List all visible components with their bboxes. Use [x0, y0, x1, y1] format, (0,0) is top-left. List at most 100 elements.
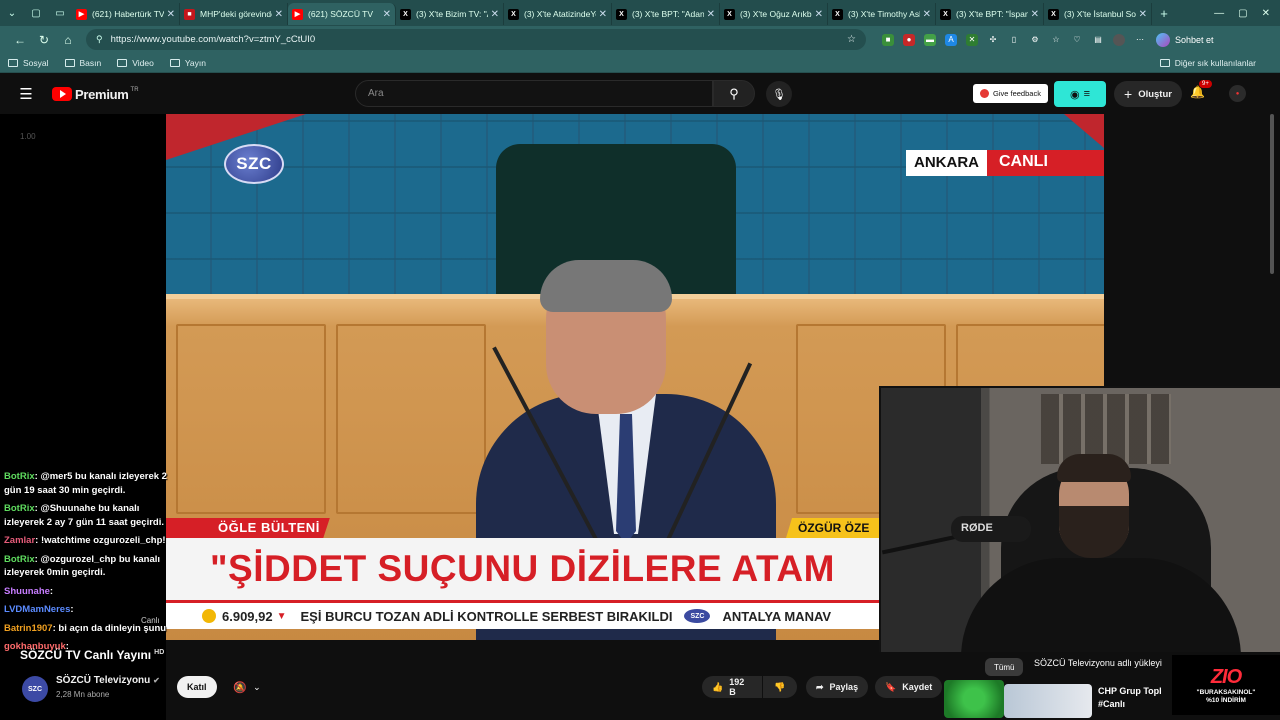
- close-tab-icon[interactable]: ✕: [1139, 9, 1147, 20]
- x-favicon-icon: X: [940, 8, 951, 20]
- heart-icon[interactable]: ♡: [1071, 34, 1083, 46]
- close-tab-icon[interactable]: ✕: [383, 9, 391, 20]
- browser-tab[interactable]: X (3) X'te BPT: "Adana ✕: [612, 3, 720, 25]
- chat-message: LVDMamNeres:: [4, 603, 174, 617]
- bookmark-folder[interactable]: Sosyal: [8, 58, 49, 68]
- search-input[interactable]: Ara: [355, 80, 713, 107]
- chat-username[interactable]: Zamlar: [4, 535, 35, 546]
- close-tab-icon[interactable]: ✕: [1031, 9, 1039, 20]
- account-avatar[interactable]: ●: [1229, 85, 1246, 102]
- browser-tab[interactable]: X (3) X'te BPT: "İspanya✕: [936, 3, 1044, 25]
- browser-tab[interactable]: ■ MHP'deki görevinde ✕: [180, 3, 288, 25]
- recommendation-title[interactable]: CHP Grup Topl #Canlı: [1098, 685, 1162, 711]
- copilot-chat-button[interactable]: Sohbet et: [1156, 32, 1214, 47]
- close-tab-icon[interactable]: ✕: [491, 9, 499, 20]
- bookmark-folder[interactable]: Yayın: [169, 58, 206, 68]
- recommendation-thumbnail[interactable]: [944, 680, 1004, 718]
- more-icon[interactable]: ⋯: [1134, 34, 1146, 46]
- page-scrollbar[interactable]: [1270, 114, 1274, 274]
- url-field[interactable]: ⚲ https://www.youtube.com/watch?v=ztmY_c…: [86, 29, 866, 50]
- chat-username[interactable]: BotRix: [4, 554, 35, 565]
- favorites-icon[interactable]: ☆: [1050, 34, 1062, 46]
- back-icon[interactable]: ←: [8, 33, 32, 47]
- puzzle-icon[interactable]: ✣: [987, 34, 999, 46]
- save-button[interactable]: 🔖 Kaydet: [875, 676, 943, 698]
- close-window-icon[interactable]: ✕: [1262, 8, 1270, 19]
- plus-icon: +: [1124, 86, 1133, 102]
- bookmark-folder[interactable]: Video: [117, 58, 154, 68]
- down-arrow-icon: ▼: [276, 610, 287, 622]
- like-button[interactable]: 👍 192 B: [702, 676, 762, 698]
- country-code: TR: [130, 87, 139, 93]
- refresh-icon[interactable]: ↻: [32, 33, 56, 47]
- channel-avatar[interactable]: SZC: [22, 676, 48, 702]
- settings-icon[interactable]: ⚙: [1029, 34, 1041, 46]
- address-bar-row: ← ↻ ⌂ ⚲ https://www.youtube.com/watch?v=…: [0, 26, 1280, 53]
- chat-username[interactable]: LVDMamNeres: [4, 604, 70, 615]
- extension-icon[interactable]: ●: [903, 33, 915, 46]
- recommendation-thumbnail[interactable]: [1004, 684, 1092, 718]
- live-label: CANLI: [987, 150, 1104, 176]
- browser-tab[interactable]: ▶ (621) SÖZCÜ TV ✕: [288, 3, 396, 25]
- tab-actions-icon[interactable]: ▭: [48, 0, 72, 26]
- browser-tab[interactable]: X (3) X'te İstanbul Son ✕: [1044, 3, 1152, 25]
- browser-tab[interactable]: X (3) X'te AtatizindeYo ✕: [504, 3, 612, 25]
- channel-name[interactable]: SÖZCÜ Televizyonu ✔: [56, 675, 160, 686]
- coin-icon: [202, 609, 216, 623]
- voice-search-button[interactable]: 🎙: [766, 81, 792, 107]
- workspaces-icon[interactable]: ▢: [24, 0, 48, 26]
- other-bookmarks[interactable]: Diğer sık kullanılanlar: [1159, 58, 1256, 68]
- save-label: Kaydet: [902, 682, 933, 692]
- browser-tab[interactable]: X (3) X'te Timothy Ash ✕: [828, 3, 936, 25]
- collections-icon[interactable]: ▤: [1092, 34, 1104, 46]
- folder-icon: [169, 58, 180, 67]
- close-tab-icon[interactable]: ✕: [599, 9, 607, 20]
- browser-tab[interactable]: X (3) X'te Bizim TV: "A ✕: [396, 3, 504, 25]
- give-feedback-button[interactable]: Give feedback: [973, 84, 1048, 103]
- bookmark-folder[interactable]: Basın: [64, 58, 101, 68]
- maximize-icon[interactable]: ▢: [1238, 8, 1247, 19]
- tab-list-icon[interactable]: ⌄: [0, 0, 24, 26]
- search-button[interactable]: ⚲: [713, 80, 755, 107]
- extension-icon[interactable]: ✕: [966, 33, 978, 46]
- new-tab-button[interactable]: +: [1152, 0, 1176, 26]
- filter-chip-all[interactable]: Tümü: [985, 658, 1024, 676]
- translate-icon[interactable]: A: [945, 33, 957, 46]
- chat-username[interactable]: Shuunahe: [4, 586, 50, 597]
- close-tab-icon[interactable]: ✕: [707, 9, 715, 20]
- star-icon[interactable]: ☆: [847, 34, 856, 45]
- menu-icon[interactable]: ☰: [0, 85, 52, 103]
- filter-chip-channel[interactable]: SÖZCÜ Televizyonu adlı yükleyi: [1034, 658, 1162, 668]
- speaker-hair: [540, 260, 672, 312]
- chat-username[interactable]: BotRix: [4, 471, 35, 482]
- chat-message: Zamlar: !watchtime ozgurozeli_chp!: [4, 534, 174, 548]
- join-button[interactable]: Katıl: [177, 676, 217, 698]
- minimize-icon[interactable]: —: [1214, 8, 1224, 19]
- search-placeholder: Ara: [368, 88, 384, 99]
- create-button[interactable]: + Oluştur: [1114, 81, 1182, 107]
- home-icon[interactable]: ⌂: [56, 33, 80, 47]
- browser-tab[interactable]: ▶ (621) Habertürk TV ✕: [72, 3, 180, 25]
- dislike-button[interactable]: 👎: [763, 676, 797, 698]
- close-tab-icon[interactable]: ✕: [275, 9, 283, 20]
- youtube-logo[interactable]: Premium TR: [52, 87, 139, 102]
- share-button[interactable]: ➦ Paylaş: [806, 676, 869, 698]
- notifications-button[interactable]: 🔔 9+: [1190, 80, 1212, 99]
- x-favicon-icon: X: [724, 8, 735, 20]
- browser-tab[interactable]: X (3) X'te Oğuz Arıkb ✕: [720, 3, 828, 25]
- site-info-icon[interactable]: ⚲: [96, 34, 103, 45]
- close-tab-icon[interactable]: ✕: [923, 9, 931, 20]
- tab-title: (3) X'te AtatizindeYo: [524, 9, 596, 19]
- extension-menu-button[interactable]: ◉ ≡: [1054, 81, 1106, 107]
- close-tab-icon[interactable]: ✕: [167, 9, 175, 20]
- extension-icon[interactable]: ■: [882, 33, 894, 46]
- notification-preference-button[interactable]: 🔕 ⌄: [226, 676, 268, 698]
- browser-tab-bar: ⌄ ▢ ▭ ▶ (621) Habertürk TV ✕ ■ MHP'deki göre…: [0, 0, 1280, 26]
- profile-avatar[interactable]: [1113, 33, 1125, 46]
- split-icon[interactable]: ▯: [1008, 34, 1020, 46]
- chat-username[interactable]: Batrin1907: [4, 623, 53, 634]
- close-tab-icon[interactable]: ✕: [815, 9, 823, 20]
- mic-brand-label: RØDE: [961, 522, 993, 534]
- chat-username[interactable]: BotRix: [4, 503, 35, 514]
- extension-icon[interactable]: ▬: [924, 33, 936, 46]
